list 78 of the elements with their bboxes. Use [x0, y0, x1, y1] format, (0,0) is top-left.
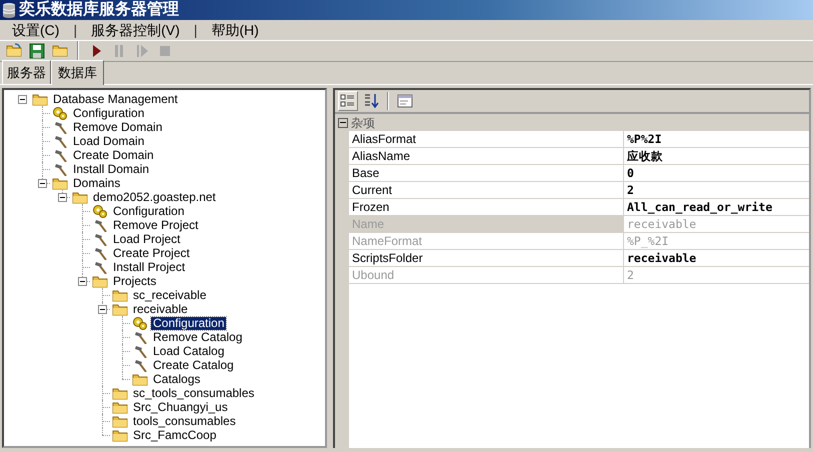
tree-item[interactable]: Src_FamcCoop — [131, 428, 218, 442]
tree-item[interactable]: Create Domain — [71, 148, 156, 162]
tree-item[interactable]: Load Project — [111, 232, 182, 246]
tree-item[interactable]: Projects — [111, 274, 158, 288]
tab[interactable]: 数据库 — [51, 60, 104, 85]
folder-icon — [112, 386, 128, 400]
tree-item[interactable]: Remove Domain — [71, 120, 164, 134]
tree-item[interactable]: Configuration — [111, 204, 186, 218]
folder-icon — [32, 92, 48, 106]
categorized-icon — [340, 93, 356, 109]
property-name[interactable]: AliasName — [349, 148, 624, 164]
tree-item[interactable]: sc_receivable — [131, 288, 208, 302]
hammer-icon — [52, 148, 68, 162]
hammer-icon — [132, 358, 148, 372]
menu-item[interactable]: 帮助(H) — [205, 20, 265, 40]
tree-item[interactable]: Create Project — [111, 246, 192, 260]
tab[interactable]: 服务器 — [2, 60, 51, 84]
open-folder-icon — [6, 43, 22, 59]
toolbar-button[interactable] — [27, 41, 47, 61]
save-icon — [29, 43, 45, 59]
folder-icon — [52, 43, 68, 59]
hammer-icon — [52, 120, 68, 134]
tree-item[interactable]: Configuration — [151, 316, 226, 330]
folder-icon — [112, 428, 128, 442]
toolbar-button[interactable] — [338, 91, 358, 111]
hammer-icon — [52, 134, 68, 148]
tree-item[interactable]: sc_tools_consumables — [131, 386, 256, 400]
menu-separator: | — [192, 21, 198, 40]
hammer-icon — [132, 330, 148, 344]
folder-icon — [112, 288, 128, 302]
folder-icon — [52, 176, 68, 190]
gears-icon — [52, 106, 68, 120]
gears-icon — [132, 316, 148, 330]
property-pages-icon — [397, 93, 413, 109]
hammer-icon — [92, 218, 108, 232]
tree-item[interactable]: Install Project — [111, 260, 188, 274]
category-label: 杂项 — [351, 114, 375, 132]
hammer-icon — [92, 260, 108, 274]
tree-item[interactable]: receivable — [131, 302, 190, 316]
property-name[interactable]: AliasFormat — [349, 131, 624, 147]
folder-icon — [72, 190, 88, 204]
collapse-toggle[interactable] — [38, 179, 47, 188]
tree-item[interactable]: tools_consumables — [131, 414, 238, 428]
menu-item[interactable]: 服务器控制(V) — [85, 20, 186, 40]
database-icon — [2, 2, 16, 18]
collapse-toggle[interactable] — [58, 193, 67, 202]
menu-separator: | — [72, 21, 78, 40]
tree-item[interactable]: Configuration — [71, 106, 146, 120]
tree-item[interactable]: Catalogs — [151, 372, 202, 386]
tree-item[interactable]: Remove Catalog — [151, 330, 244, 344]
tree-item[interactable]: Domains — [71, 176, 122, 190]
tree-item[interactable]: Load Domain — [71, 134, 146, 148]
tree-item[interactable]: Remove Project — [111, 218, 200, 232]
hammer-icon — [92, 232, 108, 246]
sort-icon — [363, 93, 379, 109]
folder-icon — [112, 400, 128, 414]
folder-icon — [112, 302, 128, 316]
hammer-icon — [132, 344, 148, 358]
folder-icon — [92, 274, 108, 288]
folder-icon — [132, 372, 148, 386]
collapse-toggle[interactable] — [338, 118, 348, 128]
stop-icon — [157, 43, 173, 59]
tree-item[interactable]: Install Domain — [71, 162, 152, 176]
collapse-toggle[interactable] — [78, 277, 87, 286]
tree-item[interactable]: Src_Chuangyi_us — [131, 400, 230, 414]
tree-item[interactable]: Create Catalog — [151, 358, 236, 372]
tree-item[interactable]: demo2052.goastep.net — [91, 190, 218, 204]
step-icon — [134, 43, 150, 59]
tree-item[interactable]: Load Catalog — [151, 344, 226, 358]
tree-item[interactable]: Database Management — [51, 92, 180, 106]
menu-item[interactable]: 设置(C) — [6, 20, 66, 40]
collapse-toggle[interactable] — [18, 95, 27, 104]
collapse-toggle[interactable] — [98, 305, 107, 314]
gears-icon — [92, 204, 108, 218]
window-title: 奕乐数据库服务器管理 — [19, 0, 179, 20]
folder-icon — [112, 414, 128, 428]
hammer-icon — [92, 246, 108, 260]
hammer-icon — [52, 162, 68, 176]
